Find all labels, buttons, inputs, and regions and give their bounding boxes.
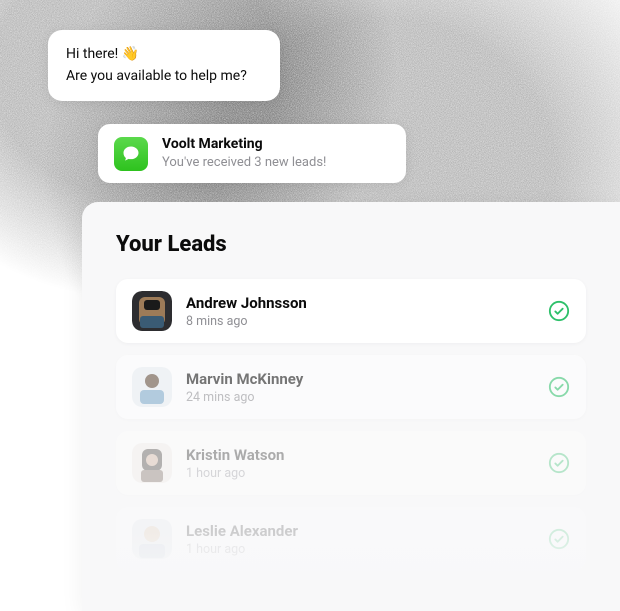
lead-name: Kristin Watson — [186, 446, 534, 464]
check-circle-icon — [548, 376, 570, 398]
lead-name: Andrew Johnsson — [186, 294, 534, 312]
lead-time: 24 mins ago — [186, 390, 534, 405]
avatar — [132, 519, 172, 559]
chat-line-1: Hi there! 👋 — [66, 44, 262, 66]
lead-time: 1 hour ago — [186, 466, 534, 481]
list-item[interactable]: Andrew Johnsson 8 mins ago — [116, 279, 586, 343]
check-circle-icon — [548, 528, 570, 550]
leads-list: Andrew Johnsson 8 mins ago Marvin McKinn… — [116, 279, 586, 571]
notification-message: You've received 3 new leads! — [162, 154, 326, 172]
list-item[interactable]: Kristin Watson 1 hour ago — [116, 431, 586, 495]
notification-card[interactable]: Voolt Marketing You've received 3 new le… — [98, 124, 406, 183]
check-circle-icon — [548, 300, 570, 322]
lead-name: Leslie Alexander — [186, 522, 534, 540]
check-circle-icon — [548, 452, 570, 474]
notification-title: Voolt Marketing — [162, 136, 326, 153]
avatar — [132, 367, 172, 407]
lead-name: Marvin McKinney — [186, 370, 534, 388]
list-item[interactable]: Marvin McKinney 24 mins ago — [116, 355, 586, 419]
list-item[interactable]: Leslie Alexander 1 hour ago — [116, 507, 586, 571]
chat-line-2: Are you available to help me? — [66, 66, 262, 88]
page-title: Your Leads — [116, 232, 586, 257]
avatar — [132, 443, 172, 483]
leads-panel: Your Leads Andrew Johnsson 8 mins ago Ma… — [82, 202, 620, 611]
lead-time: 8 mins ago — [186, 314, 534, 329]
avatar — [132, 291, 172, 331]
chat-message-bubble: Hi there! 👋 Are you available to help me… — [48, 30, 280, 101]
messages-app-icon — [114, 137, 148, 171]
